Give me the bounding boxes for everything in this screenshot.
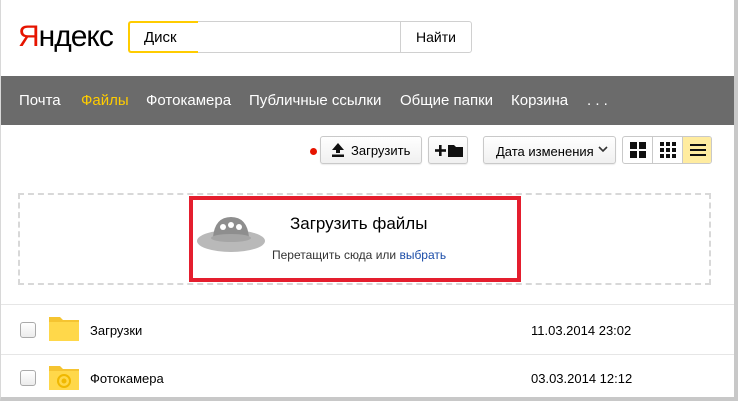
file-date: 03.03.2014 12:12 <box>531 371 633 386</box>
small-grid-icon <box>660 142 676 158</box>
search-service-tag: Диск <box>128 21 210 53</box>
file-name[interactable]: Загрузки <box>90 323 142 338</box>
upload-button-label: Загрузить <box>351 143 411 158</box>
drop-zone-hint: Перетащить сюда или выбрать <box>272 248 446 262</box>
nav-item-files[interactable]: Файлы <box>81 92 129 109</box>
file-date: 11.03.2014 23:02 <box>531 323 632 338</box>
select-files-link[interactable]: выбрать <box>399 248 446 262</box>
sort-dropdown[interactable]: Дата изменения <box>483 136 616 164</box>
nav-item-trash[interactable]: Корзина <box>511 92 568 109</box>
yandex-logo[interactable]: Яндекс <box>18 20 114 54</box>
upload-button[interactable]: Загрузить <box>320 136 422 164</box>
view-list-button[interactable] <box>683 137 711 163</box>
nav-item-camera[interactable]: Фотокамера <box>146 92 231 109</box>
main-nav: Почта Файлы Фотокамера Публичные ссылки … <box>1 76 734 125</box>
new-folder-button[interactable] <box>428 136 468 164</box>
nav-item-shared-folders[interactable]: Общие папки <box>400 92 493 109</box>
search-button[interactable]: Найти <box>400 21 472 53</box>
upload-arrow-icon <box>332 143 344 157</box>
search-service-label: Диск <box>144 29 177 46</box>
nav-item-more[interactable]: . . . <box>587 92 608 109</box>
file-name[interactable]: Фотокамера <box>90 371 164 386</box>
list-icon <box>690 144 706 156</box>
table-row[interactable]: Фотокамера 03.03.2014 12:12 <box>1 355 734 401</box>
nav-item-public-links[interactable]: Публичные ссылки <box>249 92 381 109</box>
plus-folder-icon <box>435 145 463 157</box>
folder-icon <box>49 317 79 341</box>
chevron-down-icon <box>598 146 608 153</box>
logo-letter-ya: Я <box>18 20 40 53</box>
view-small-tiles-button[interactable] <box>653 137 683 163</box>
sort-label: Дата изменения <box>496 144 594 159</box>
view-large-tiles-button[interactable] <box>623 137 653 163</box>
view-mode-switcher <box>622 136 712 164</box>
table-row[interactable]: Загрузки 11.03.2014 23:02 <box>1 305 734 353</box>
camera-folder-icon <box>49 366 79 390</box>
drop-zone-title: Загрузить файлы <box>290 214 428 233</box>
notification-dot <box>310 148 317 155</box>
search-input[interactable] <box>198 21 402 53</box>
search-bar: Диск Найти <box>128 21 472 53</box>
row-checkbox[interactable] <box>20 322 36 338</box>
nav-item-mail[interactable]: Почта <box>19 92 61 109</box>
drop-zone-hint-text: Перетащить сюда или <box>272 248 400 262</box>
row-checkbox[interactable] <box>20 370 36 386</box>
large-grid-icon <box>630 142 646 158</box>
logo-text: ндекс <box>38 20 114 53</box>
ufo-icon <box>197 217 265 252</box>
